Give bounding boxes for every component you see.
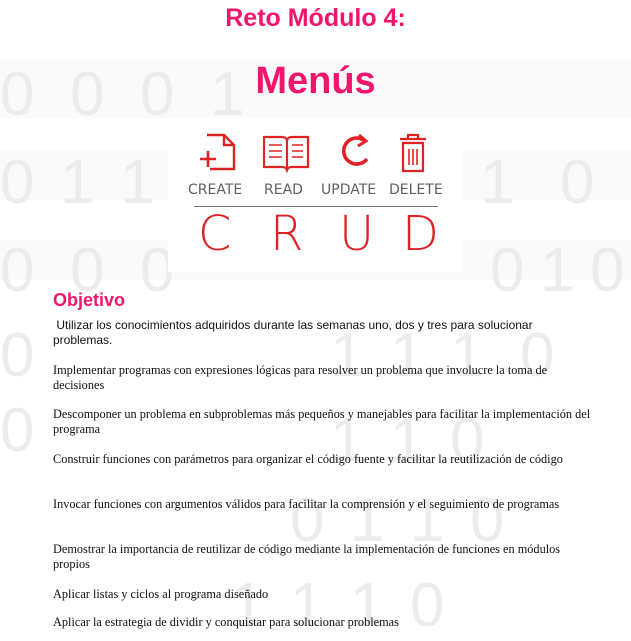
crud-label-delete: DELETE — [389, 182, 443, 198]
crud-illustration: CREATE READ UPDATE DELETE C R U D — [168, 127, 463, 272]
objective-intro-text: Utilizar los conocimientos adquiridos du… — [53, 318, 533, 347]
trash-icon — [400, 133, 426, 173]
file-add-icon — [200, 133, 236, 171]
crud-label-update: UPDATE — [321, 182, 377, 198]
refresh-icon — [341, 133, 369, 166]
page-subtitle: Menús — [255, 60, 376, 102]
objective-heading: Objetivo — [53, 290, 126, 310]
crud-letter-d: D — [402, 206, 439, 262]
book-icon — [262, 135, 310, 174]
crud-letter-r: R — [270, 206, 304, 262]
objective-item: Aplicar la estrategia de dividir y conqu… — [53, 615, 399, 629]
objective-item: Implementar programas con expresiones ló… — [53, 363, 548, 392]
crud-letter-u: U — [339, 206, 375, 262]
crud-label-create: CREATE — [188, 182, 243, 198]
objective-intro: Utilizar los conocimientos adquiridos du… — [53, 318, 593, 348]
objective-item: Construir funciones con parámetros para … — [53, 452, 563, 466]
objective-item: Demostrar la importancia de reutilizar d… — [53, 542, 561, 571]
page-title: Reto Módulo 4: — [225, 4, 406, 32]
crud-icons — [200, 133, 426, 174]
crud-letter-c: C — [198, 206, 232, 262]
objective-item: Aplicar listas y ciclos al programa dise… — [53, 587, 269, 601]
objective-item: Invocar funciones con argumentos válidos… — [53, 497, 560, 511]
crud-label-read: READ — [264, 182, 303, 198]
objective-item: Descomponer un problema en subproblemas … — [53, 407, 591, 436]
